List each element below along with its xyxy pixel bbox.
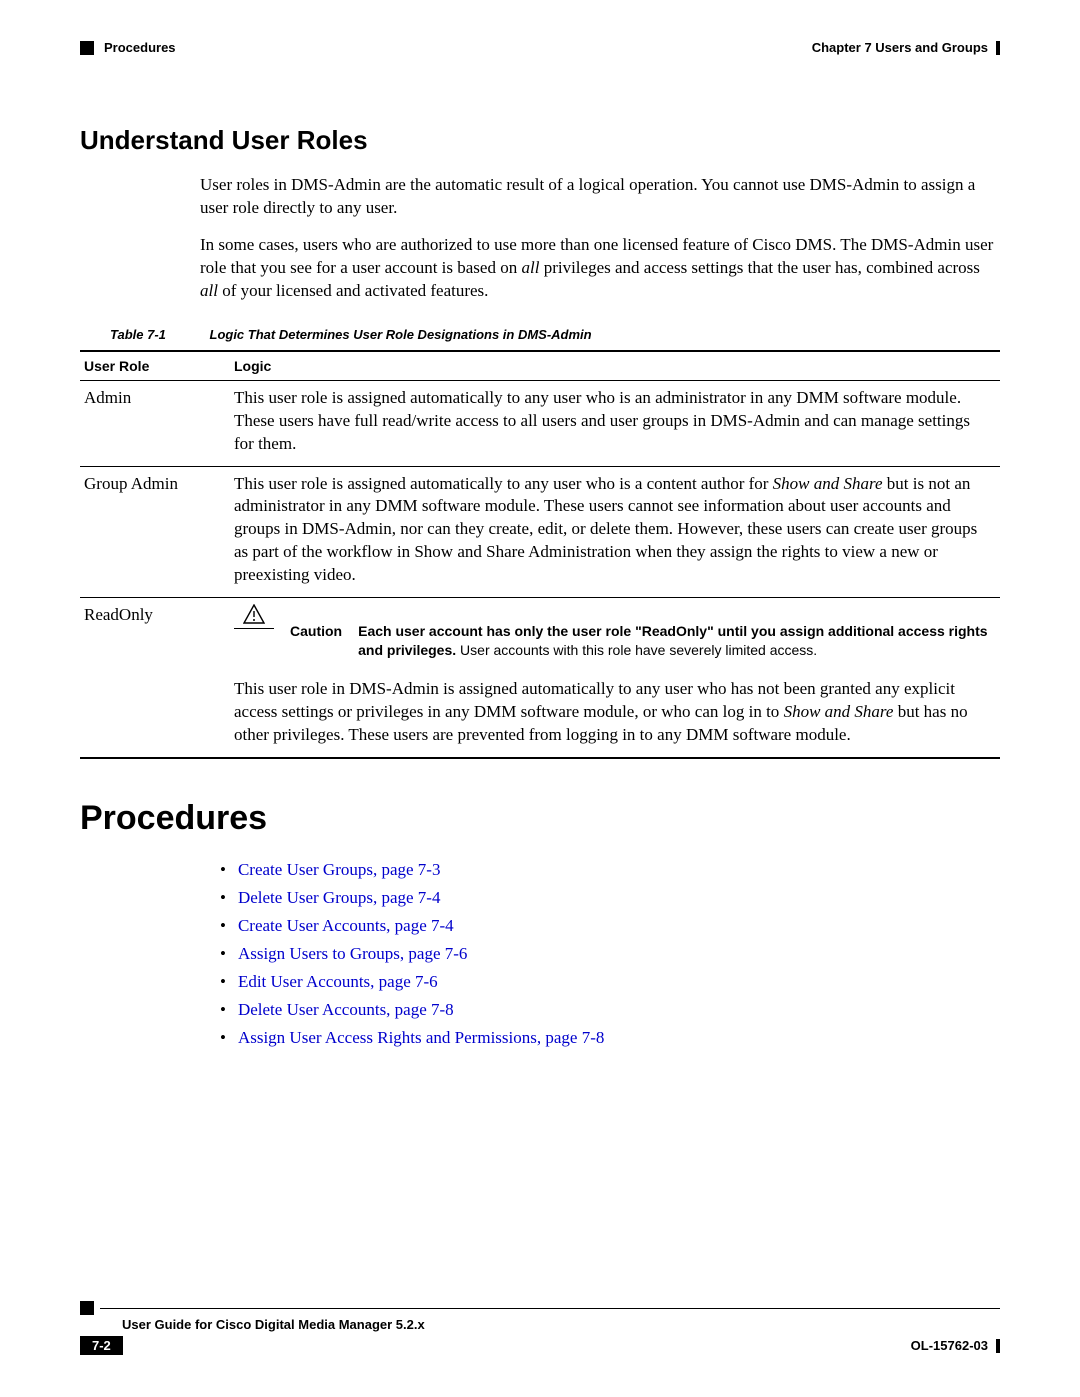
table-row: ReadOnly Caution Each <box>80 598 1000 758</box>
caution-rest-text: User accounts with this role have severe… <box>456 642 817 658</box>
bullet-icon: • <box>220 944 226 964</box>
table-row: Admin This user role is assigned automat… <box>80 380 1000 466</box>
list-item: • Edit User Accounts, page 7-6 <box>220 972 1000 992</box>
link-delete-user-accounts[interactable]: Delete User Accounts, page 7-8 <box>238 1000 454 1020</box>
footer-guide-title: User Guide for Cisco Digital Media Manag… <box>122 1317 1000 1332</box>
list-item: • Create User Accounts, page 7-4 <box>220 916 1000 936</box>
user-role-table: User Role Logic Admin This user role is … <box>80 350 1000 759</box>
page-header: Procedures Chapter 7 Users and Groups <box>80 40 1000 55</box>
table-row: Group Admin This user role is assigned a… <box>80 466 1000 598</box>
link-create-user-accounts[interactable]: Create User Accounts, page 7-4 <box>238 916 454 936</box>
doc-id: OL-15762-03 <box>911 1338 1000 1353</box>
caution-triangle-icon <box>243 604 265 624</box>
link-create-user-groups[interactable]: Create User Groups, page 7-3 <box>238 860 441 880</box>
doc-id-text: OL-15762-03 <box>911 1338 988 1353</box>
link-assign-users-to-groups[interactable]: Assign Users to Groups, page 7-6 <box>238 944 467 964</box>
footer-rule-wrap <box>80 1301 1000 1315</box>
bullet-icon: • <box>220 1028 226 1048</box>
bullet-icon: • <box>220 860 226 880</box>
list-item: • Create User Groups, page 7-3 <box>220 860 1000 880</box>
bullet-icon: • <box>220 1000 226 1020</box>
list-item: • Delete User Accounts, page 7-8 <box>220 1000 1000 1020</box>
intro2-part-b: privileges and access settings that the … <box>539 258 979 277</box>
list-item: • Assign Users to Groups, page 7-6 <box>220 944 1000 964</box>
footer-square-icon <box>80 1301 94 1315</box>
link-edit-user-accounts[interactable]: Edit User Accounts, page 7-6 <box>238 972 438 992</box>
list-item: • Delete User Groups, page 7-4 <box>220 888 1000 908</box>
caution-text: Each user account has only the user role… <box>358 604 992 660</box>
cell-logic-admin: This user role is assigned automatically… <box>230 380 1000 466</box>
link-delete-user-groups[interactable]: Delete User Groups, page 7-4 <box>238 888 441 908</box>
intro2-part-c: of your licensed and activated features. <box>218 281 488 300</box>
intro2-em1: all <box>521 258 539 277</box>
ga-part-a: This user role is assigned automatically… <box>234 474 773 493</box>
bullet-icon: • <box>220 972 226 992</box>
intro2-em2: all <box>200 281 218 300</box>
section-title-procedures: Procedures <box>80 799 1000 838</box>
th-logic: Logic <box>230 351 1000 381</box>
list-item: • Assign User Access Rights and Permissio… <box>220 1028 1000 1048</box>
header-bar-icon <box>996 41 1000 55</box>
footer-bar-icon <box>996 1339 1000 1353</box>
link-assign-user-access-rights[interactable]: Assign User Access Rights and Permission… <box>238 1028 604 1048</box>
table-caption: Table 7-1 Logic That Determines User Rol… <box>110 327 1000 342</box>
caution-block: Caution Each user account has only the u… <box>234 604 992 660</box>
section-title-understand-user-roles: Understand User Roles <box>80 125 1000 156</box>
bullet-icon: • <box>220 888 226 908</box>
ga-em1: Show and Share <box>773 474 883 493</box>
th-user-role: User Role <box>80 351 230 381</box>
page-footer: User Guide for Cisco Digital Media Manag… <box>80 1301 1000 1355</box>
table-caption-title: Logic That Determines User Role Designat… <box>210 327 592 342</box>
cell-role-group-admin: Group Admin <box>80 466 230 598</box>
cell-logic-readonly: Caution Each user account has only the u… <box>230 598 1000 758</box>
header-section-label: Procedures <box>104 40 176 55</box>
procedures-link-list: • Create User Groups, page 7-3 • Delete Us… <box>220 860 1000 1048</box>
cell-role-admin: Admin <box>80 380 230 466</box>
bullet-icon: • <box>220 916 226 936</box>
header-right: Chapter 7 Users and Groups <box>812 40 1000 55</box>
header-chapter-label: Chapter 7 Users and Groups <box>812 40 988 55</box>
intro-paragraph-1: User roles in DMS-Admin are the automati… <box>200 174 1000 220</box>
intro-paragraph-2: In some cases, users who are authorized … <box>200 234 1000 303</box>
table-caption-number: Table 7-1 <box>110 327 166 342</box>
footer-bottom: 7-2 OL-15762-03 <box>80 1336 1000 1355</box>
table-header-row: User Role Logic <box>80 351 1000 381</box>
cell-logic-group-admin: This user role is assigned automatically… <box>230 466 1000 598</box>
footer-rule <box>100 1308 1000 1309</box>
cell-role-readonly: ReadOnly <box>80 598 230 758</box>
caution-icon-wrap <box>234 604 274 629</box>
caution-rule <box>234 628 274 629</box>
header-left: Procedures <box>80 40 176 55</box>
ro-em1: Show and Share <box>784 702 894 721</box>
header-square-icon <box>80 41 94 55</box>
caution-label: Caution <box>290 604 342 641</box>
page-number-badge: 7-2 <box>80 1336 123 1355</box>
